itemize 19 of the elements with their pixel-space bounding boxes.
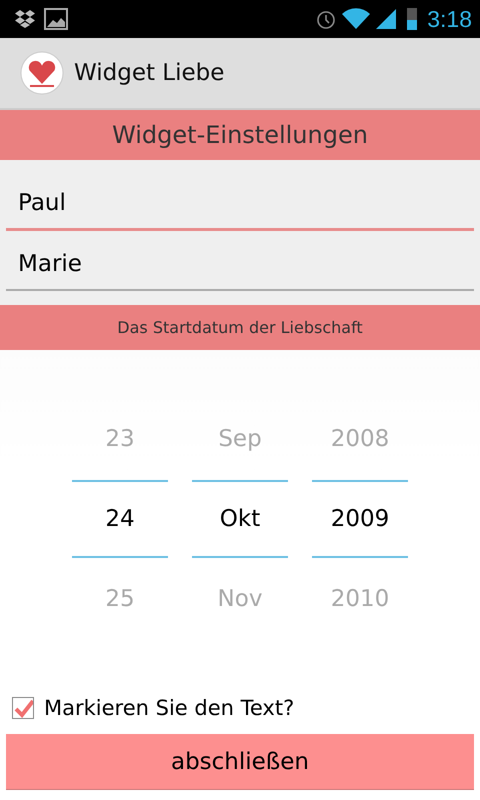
section-header: Widget-Einstellungen [0, 110, 480, 160]
date-section-header: Das Startdatum der Liebschaft [0, 305, 480, 350]
app-title: Widget Liebe [74, 60, 224, 86]
picker-value[interactable]: 24 [72, 480, 168, 558]
image-icon [44, 8, 68, 30]
signal-icon [375, 8, 398, 30]
name-field[interactable]: Marie [6, 239, 474, 291]
checkbox-label[interactable]: Markieren Sie den Text? [44, 696, 294, 720]
wifi-icon [341, 8, 372, 30]
finish-button[interactable]: abschließen [6, 734, 474, 790]
checkbox[interactable] [12, 697, 34, 719]
name-field[interactable]: Paul [6, 178, 474, 231]
heart-logo-icon[interactable] [20, 51, 64, 95]
battery-icon [407, 8, 418, 30]
picker-value[interactable]: Okt [192, 480, 288, 558]
picker-value[interactable]: 2009 [312, 480, 408, 558]
clock-time: 3:18 [427, 6, 472, 32]
dropbox-icon [14, 9, 36, 29]
alarm-icon [315, 8, 338, 30]
